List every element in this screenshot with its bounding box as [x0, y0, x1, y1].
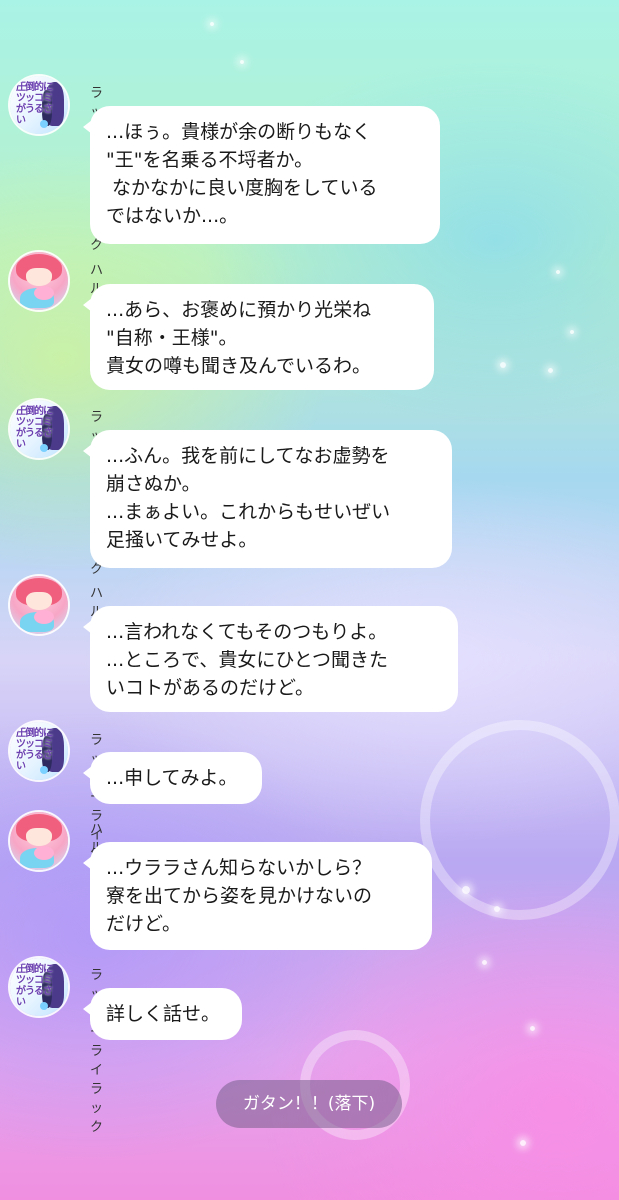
avatar-caption: 圧倒的にツッコミがうるさい — [16, 406, 53, 450]
avatar-caption: 圧倒的にツッコミがうるさい — [16, 728, 53, 772]
avatar-sweet — [34, 610, 54, 624]
avatar[interactable]: 圧倒的にツッコミがうるさい — [10, 722, 68, 780]
avatar[interactable]: 圧倒的にツッコミがうるさい — [10, 76, 68, 134]
background-sparkle — [520, 1140, 526, 1146]
avatar-caption: 圧倒的にツッコミがうるさい — [16, 964, 53, 1008]
avatar-drop — [40, 766, 48, 774]
message-bubble: ...ウララさん知らないかしら？ 寮を出てから姿を見かけないの だけど。 — [83, 842, 432, 950]
avatar[interactable]: 圧倒的にツッコミがうるさい — [10, 400, 68, 458]
avatar-drop — [40, 1002, 48, 1010]
message-bubble: ...あら、お褒めに預かり光栄ね "自称・王様"。 貴女の噂も聞き及んでいるわ。 — [83, 284, 434, 390]
background-sparkle — [482, 960, 487, 965]
message-bubble: ...申してみよ。 — [83, 752, 262, 804]
background-sparkle — [570, 330, 574, 334]
avatar-face — [26, 268, 52, 286]
avatar-drop — [40, 120, 48, 128]
background-bubble — [420, 720, 619, 920]
avatar[interactable] — [10, 812, 68, 870]
background-sparkle — [556, 270, 560, 274]
background-sparkle — [240, 60, 244, 64]
message-bubble: ...ほぅ。貴様が余の断りもなく "王"を名乗る不埒者か。 なかなかに良い度胸を… — [83, 106, 440, 244]
avatar-sweet — [34, 286, 54, 300]
background-sparkle — [210, 22, 214, 26]
avatar[interactable] — [10, 252, 68, 310]
message-bubble: ...言われなくてもそのつもりよ。 ...ところで、貴女にひとつ聞きた いコトが… — [83, 606, 458, 712]
avatar[interactable]: 圧倒的にツッコミがうるさい — [10, 958, 68, 1016]
avatar-face — [26, 828, 52, 846]
background-sparkle — [530, 1026, 535, 1031]
avatar-sweet — [34, 846, 54, 860]
avatar-face — [26, 592, 52, 610]
avatar-caption: 圧倒的にツッコミがうるさい — [16, 82, 53, 126]
avatar-drop — [40, 444, 48, 452]
message-bubble: ...ふん。我を前にしてなお虚勢を 崩さぬか。 ...まぁよい。これからもせいぜ… — [83, 430, 452, 568]
message-bubble: 詳しく話せ。 — [83, 988, 242, 1040]
avatar[interactable] — [10, 576, 68, 634]
background-sparkle — [500, 362, 506, 368]
background-sparkle — [548, 368, 553, 373]
system-message: ガタン！！(落下) — [216, 1080, 402, 1128]
